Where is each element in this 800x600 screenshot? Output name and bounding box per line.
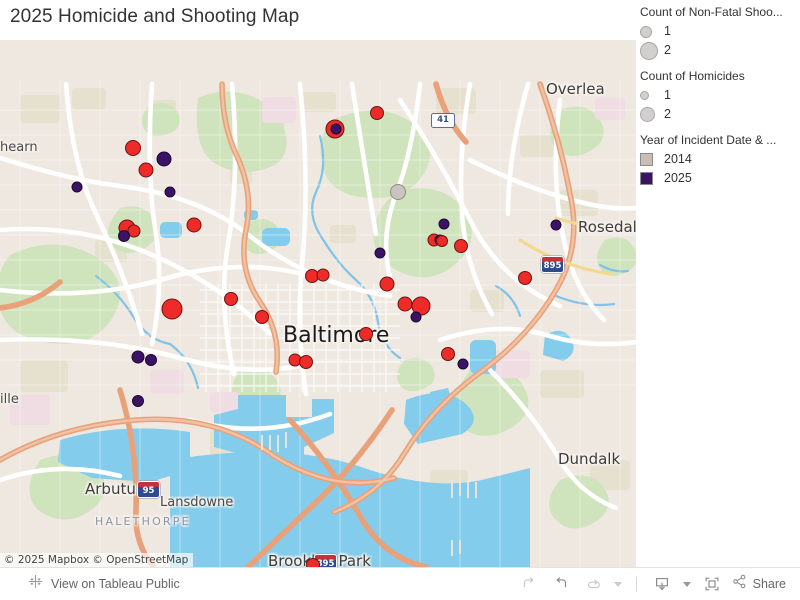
map-incident-marker[interactable] — [379, 276, 395, 292]
legend-item-label: 2025 — [664, 171, 692, 185]
legend-item[interactable]: 2014 — [640, 150, 800, 169]
map-incident-marker[interactable] — [118, 230, 130, 242]
map-incident-marker[interactable] — [316, 268, 330, 282]
map-incident-marker[interactable] — [299, 355, 313, 369]
legend-item-label: 1 — [664, 88, 671, 102]
map-incident-marker[interactable] — [550, 219, 562, 231]
legend-item-label: 2014 — [664, 152, 692, 166]
legend-item-label: 2 — [664, 43, 671, 57]
map-incident-marker[interactable] — [145, 354, 157, 366]
revert-dropdown-caret-icon[interactable] — [610, 571, 626, 597]
map-incident-marker[interactable] — [125, 140, 141, 156]
legend-swatch-cell — [640, 91, 664, 100]
legend-group-title: Count of Non-Fatal Shoo... — [640, 5, 783, 19]
map-incident-marker[interactable] — [390, 184, 406, 200]
map-incident-marker[interactable] — [374, 247, 386, 259]
legend-item[interactable]: 2 — [640, 105, 800, 124]
legend-color-swatch — [640, 172, 653, 185]
legend-group: Count of Homicides 1 2 — [640, 68, 800, 124]
tableau-viz-app: 2025 Homicide and Shooting Map Baltimore… — [0, 0, 800, 600]
legend-swatch-cell — [640, 25, 664, 38]
legend-swatch-cell — [640, 41, 664, 60]
map-incident-marker[interactable] — [518, 271, 532, 285]
download-dropdown-caret-icon[interactable] — [679, 571, 695, 597]
legend-swatch-cell — [640, 153, 664, 166]
legend-swatch-cell — [640, 107, 664, 122]
share-label: Share — [752, 577, 786, 591]
legend-group-title: Count of Homicides — [640, 69, 745, 83]
toolbar-actions: Share — [514, 571, 792, 597]
legend-group-title: Year of Incident Date & ... — [640, 133, 777, 147]
revert-button[interactable] — [578, 571, 608, 597]
legend-item[interactable]: 1 — [640, 86, 800, 105]
download-button[interactable] — [647, 571, 677, 597]
map-incident-marker[interactable] — [161, 298, 183, 320]
highway-shield-icon: 95 — [137, 481, 160, 498]
map-incident-marker[interactable] — [330, 123, 342, 135]
legend-item-label: 1 — [664, 24, 671, 38]
map-incident-marker[interactable] — [359, 327, 373, 341]
legend-group: Count of Non-Fatal Shoo... 1 2 — [640, 4, 800, 60]
map-viewport[interactable]: Baltimore Overlea Rosedal Dundalk Brooklyn P… — [0, 40, 636, 567]
map-incident-marker[interactable] — [410, 311, 422, 323]
share-icon — [731, 573, 748, 595]
map-incident-marker[interactable] — [255, 310, 269, 324]
page-title: 2025 Homicide and Shooting Map — [10, 6, 300, 27]
legend-item[interactable]: 2025 — [640, 169, 800, 188]
highway-shield-icon: 895 — [541, 256, 564, 273]
map-incident-marker[interactable] — [131, 350, 145, 364]
highway-shield-icon: 41 — [431, 113, 455, 128]
map-incident-marker[interactable] — [186, 217, 202, 233]
tableau-logo-icon — [28, 574, 43, 594]
map-incident-marker[interactable] — [156, 151, 172, 167]
legend-item[interactable]: 1 — [640, 22, 800, 41]
toolbar-divider — [635, 576, 637, 592]
legend-item[interactable]: 2 — [640, 41, 800, 60]
map-basemap[interactable] — [0, 40, 636, 567]
view-on-tableau-public-label: View on Tableau Public — [51, 577, 180, 591]
map-incident-marker[interactable] — [71, 181, 83, 193]
map-incident-marker[interactable] — [457, 358, 469, 370]
map-incident-marker[interactable] — [438, 218, 450, 230]
legend-item-label: 2 — [664, 107, 671, 121]
map-incident-marker[interactable] — [138, 162, 154, 178]
map-attribution[interactable]: © 2025 Mapbox © OpenStreetMap — [0, 553, 194, 567]
legend-circle-swatch — [640, 107, 655, 122]
legend-circle-swatch — [640, 41, 658, 60]
map-incident-marker[interactable] — [436, 235, 448, 247]
undo-button[interactable] — [546, 571, 576, 597]
map-incident-marker[interactable] — [397, 296, 413, 312]
map-incident-marker[interactable] — [370, 106, 384, 120]
legend-circle-swatch — [640, 25, 652, 38]
map-incident-marker[interactable] — [306, 558, 320, 567]
map-incident-marker[interactable] — [441, 347, 455, 361]
view-on-tableau-public-link[interactable]: View on Tableau Public — [28, 574, 180, 594]
share-button[interactable]: Share — [729, 573, 792, 595]
legend-color-swatch — [640, 153, 653, 166]
map-incident-marker[interactable] — [224, 292, 238, 306]
legend-swatch-cell — [640, 172, 664, 185]
legend-circle-swatch — [640, 91, 649, 100]
bottom-toolbar: View on Tableau Public Share — [0, 567, 800, 600]
map-incident-marker[interactable] — [164, 186, 176, 198]
legend-panel: Count of Non-Fatal Shoo... 1 2 Count of Hom… — [640, 0, 800, 567]
redo-button[interactable] — [514, 571, 544, 597]
map-incident-marker[interactable] — [454, 239, 468, 253]
legend-group: Year of Incident Date & ... 2014 2025 — [640, 132, 800, 188]
map-incident-marker[interactable] — [132, 395, 144, 407]
fullscreen-button[interactable] — [697, 571, 727, 597]
